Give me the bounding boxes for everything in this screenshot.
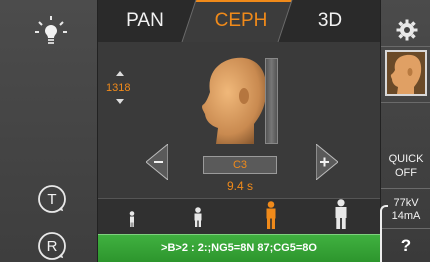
patient-thumbnail[interactable] (385, 50, 427, 96)
t-timer-icon[interactable]: T (37, 184, 67, 214)
mode-tab-bar: PAN CEPH 3D (98, 0, 380, 42)
quick-label: QUICK (388, 153, 424, 165)
height-value: 1318 (106, 82, 131, 94)
patient-size-selector (98, 198, 380, 234)
height-up-arrow[interactable] (116, 71, 124, 76)
status-message-bar: >B>2 : 2:;NG5=8N 87;CG5=8O (98, 234, 380, 262)
help-button[interactable]: ? (381, 236, 430, 256)
lamp-icon[interactable] (33, 14, 69, 50)
height-down-arrow[interactable] (116, 99, 124, 104)
exposure-values[interactable]: 77kV 14mA (381, 197, 430, 223)
left-toolbar: T R (0, 0, 98, 262)
off-label: OFF (395, 167, 417, 179)
kv-value: 77kV (393, 197, 419, 209)
tab-ceph[interactable]: CEPH (209, 10, 273, 32)
vertebra-selector[interactable]: C3 (203, 156, 277, 174)
minus-arrow-icon[interactable] (146, 144, 168, 180)
patient-head-thumbnail-icon (387, 52, 425, 94)
tab-3d[interactable]: 3D (310, 10, 350, 32)
tab-pan[interactable]: PAN (120, 10, 170, 32)
quick-off-toggle[interactable]: QUICK OFF (381, 152, 430, 180)
patient-size-child[interactable] (193, 207, 203, 227)
plus-arrow-icon[interactable] (316, 144, 338, 180)
r-button-label: R (47, 238, 58, 255)
t-button-label: T (47, 191, 56, 208)
gear-icon[interactable] (396, 19, 418, 41)
patient-size-adult-medium[interactable] (265, 201, 277, 229)
r-reset-icon[interactable]: R (37, 231, 67, 261)
patient-size-child-small[interactable] (129, 211, 135, 227)
ceph-sensor (265, 58, 278, 144)
exposure-time: 9.4 s (226, 179, 253, 193)
patient-size-adult-large[interactable] (334, 199, 348, 229)
exposure-pointer-line (380, 205, 388, 262)
ma-value: 14mA (391, 210, 421, 222)
